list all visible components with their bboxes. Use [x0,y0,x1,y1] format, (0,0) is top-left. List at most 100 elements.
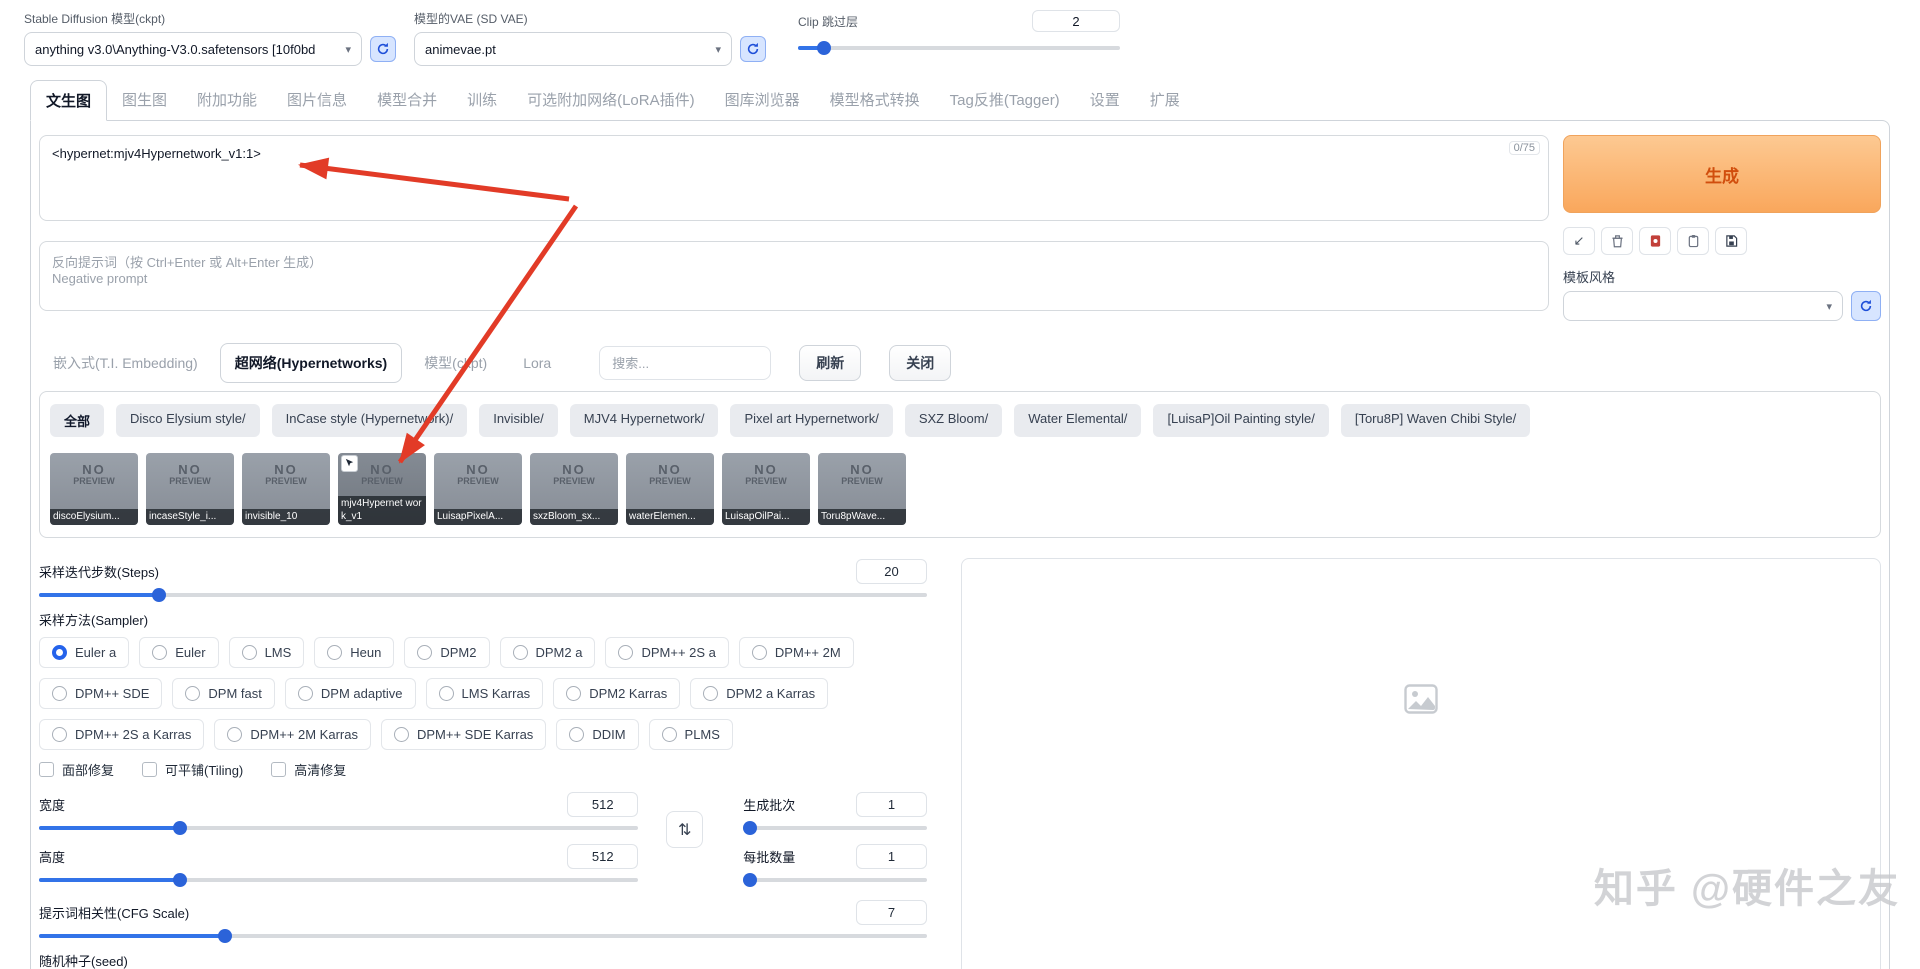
tab-settings[interactable]: 设置 [1075,80,1135,120]
paste-params-button[interactable]: ↙ [1563,227,1595,255]
sampler-dpm-adaptive[interactable]: DPM adaptive [284,678,416,709]
tab-img2img[interactable]: 图生图 [107,80,182,120]
slider-handle[interactable] [816,41,831,55]
vae-select[interactable]: animevae.pt ▾ [414,32,732,66]
slider-handle[interactable] [172,873,187,887]
sampler-dpm2[interactable]: DPM2 [404,637,490,668]
filter-all[interactable]: 全部 [50,404,105,437]
slider-handle[interactable] [172,821,187,835]
slider-handle[interactable] [743,873,758,887]
style-dropdown[interactable]: ▾ [1563,291,1843,321]
tab-ti-embedding[interactable]: 嵌入式(T.I. Embedding) [39,344,212,382]
sampler-euler-a[interactable]: Euler a [39,637,130,668]
card-toru8p-waven[interactable]: NO PREVIEW Toru8pWave... [818,453,906,525]
filter-toru8p-chibi[interactable]: [Toru8P] Waven Chibi Style/ [1340,404,1531,437]
sampler-lms[interactable]: LMS [228,637,305,668]
filter-mjv4[interactable]: MJV4 Hypernetwork/ [569,404,719,437]
filter-disco-elysium[interactable]: Disco Elysium style/ [116,404,260,437]
refresh-checkpoints-button[interactable] [370,36,396,62]
sampler-dpmpp-2m-karras[interactable]: DPM++ 2M Karras [214,719,371,750]
prompt-input[interactable]: <hypernet:mjv4Hypernetwork_v1:1> [40,136,1548,220]
sampler-dpmpp-sde-karras[interactable]: DPM++ SDE Karras [380,719,547,750]
steps-value[interactable]: 20 [856,558,927,584]
height-value[interactable]: 512 [567,843,639,869]
sampler-dpmpp-2s-a[interactable]: DPM++ 2S a [605,637,729,668]
tab-model-converter[interactable]: 模型格式转换 [815,80,935,120]
refresh-vae-button[interactable] [740,36,766,62]
cfg-slider[interactable] [39,929,927,943]
tab-checkpoint-merger[interactable]: 模型合并 [362,80,452,120]
tab-png-info[interactable]: 图片信息 [272,80,362,120]
sampler-plms[interactable]: PLMS [648,719,733,750]
card-mjv4-hypernetwork[interactable]: NO PREVIEW mjv4Hypernet work_v1 [338,453,426,525]
sampler-dpm2-a-karras[interactable]: DPM2 a Karras [690,678,829,709]
clear-prompt-button[interactable] [1601,227,1633,255]
filter-luisap-oil[interactable]: [LuisaP]Oil Painting style/ [1153,404,1329,437]
tab-extras[interactable]: 附加功能 [182,80,272,120]
filter-incase-style[interactable]: InCase style (Hypernetwork)/ [271,404,468,437]
network-search-input[interactable] [599,346,772,380]
clip-skip-value[interactable]: 2 [1032,10,1120,32]
sampler-dpmpp-2s-a-karras[interactable]: DPM++ 2S a Karras [39,719,205,750]
sampler-heun[interactable]: Heun [314,637,395,668]
clip-skip-slider[interactable] [798,41,1120,55]
generate-button[interactable]: 生成 [1563,135,1881,213]
sampler-dpmpp-2m[interactable]: DPM++ 2M [738,637,854,668]
filter-water-elemental[interactable]: Water Elemental/ [1014,404,1142,437]
sampler-dpm2-a[interactable]: DPM2 a [499,637,596,668]
width-slider[interactable] [39,821,639,835]
cfg-value[interactable]: 7 [856,899,927,925]
batch-count-value[interactable]: 1 [856,791,927,817]
restore-faces-checkbox[interactable]: 面部修复 [39,760,114,779]
tab-additional-networks[interactable]: 可选附加网络(LoRA插件) [512,80,710,120]
save-style-button[interactable] [1715,227,1747,255]
tab-txt2img[interactable]: 文生图 [30,80,108,121]
height-slider[interactable] [39,873,639,887]
tab-lora[interactable]: Lora [509,346,565,380]
sampler-dpm-fast[interactable]: DPM fast [172,678,275,709]
card-sxz-bloom[interactable]: NO PREVIEW sxzBloom_sx... [530,453,618,525]
card-luisap-oil[interactable]: NO PREVIEW LuisapOilPai... [722,453,810,525]
card-luisap-pixel[interactable]: NO PREVIEW LuisapPixelA... [434,453,522,525]
tab-tagger[interactable]: Tag反推(Tagger) [935,80,1075,120]
filter-invisible[interactable]: Invisible/ [479,404,558,437]
card-disco-elysium[interactable]: NO PREVIEW discoElysium... [50,453,138,525]
width-value[interactable]: 512 [567,791,639,817]
steps-slider[interactable] [39,588,927,602]
slider-handle[interactable] [218,929,233,943]
tiling-checkbox[interactable]: 可平铺(Tiling) [142,760,243,779]
slider-handle[interactable] [743,821,758,835]
sampler-dpm2-karras[interactable]: DPM2 Karras [553,678,681,709]
card-invisible[interactable]: NO PREVIEW invisible_10 [242,453,330,525]
batch-size-slider[interactable] [743,873,927,887]
tab-hypernetworks[interactable]: 超网络(Hypernetworks) [219,343,403,383]
radio-icon [438,686,454,701]
close-networks-button[interactable]: 关闭 [889,345,952,381]
apply-style-button[interactable] [1677,227,1709,255]
refresh-networks-button[interactable]: 刷新 [799,345,862,381]
swap-icon: ⇅ [678,821,692,839]
image-placeholder-icon [1404,684,1438,714]
sampler-lms-karras[interactable]: LMS Karras [425,678,544,709]
refresh-styles-button[interactable] [1851,291,1881,321]
tab-train[interactable]: 训练 [452,80,512,120]
negative-prompt-input[interactable] [40,242,1548,310]
filter-pixel-art[interactable]: Pixel art Hypernetwork/ [730,404,893,437]
batch-count-slider[interactable] [743,821,927,835]
batch-size-value[interactable]: 1 [856,843,927,869]
model-checkpoint-select[interactable]: anything v3.0\Anything-V3.0.safetensors … [24,32,362,66]
extra-networks-button[interactable] [1639,227,1671,255]
tab-image-browser[interactable]: 图库浏览器 [710,80,815,120]
sampler-dpmpp-sde[interactable]: DPM++ SDE [39,678,163,709]
sampler-euler[interactable]: Euler [139,637,219,668]
hires-fix-checkbox[interactable]: 高清修复 [271,760,346,779]
tab-model-ckpt[interactable]: 模型(ckpt) [410,344,501,382]
extra-networks-tab-bar: 嵌入式(T.I. Embedding) 超网络(Hypernetworks) 模… [39,343,1881,383]
card-incase-style[interactable]: NO PREVIEW incaseStyle_i... [146,453,234,525]
sampler-ddim[interactable]: DDIM [556,719,639,750]
filter-sxz-bloom[interactable]: SXZ Bloom/ [904,404,1003,437]
slider-handle[interactable] [151,588,166,602]
card-water-elemental[interactable]: NO PREVIEW waterElemen... [626,453,714,525]
tab-extensions[interactable]: 扩展 [1135,80,1195,120]
swap-dimensions-button[interactable]: ⇅ [666,811,704,848]
